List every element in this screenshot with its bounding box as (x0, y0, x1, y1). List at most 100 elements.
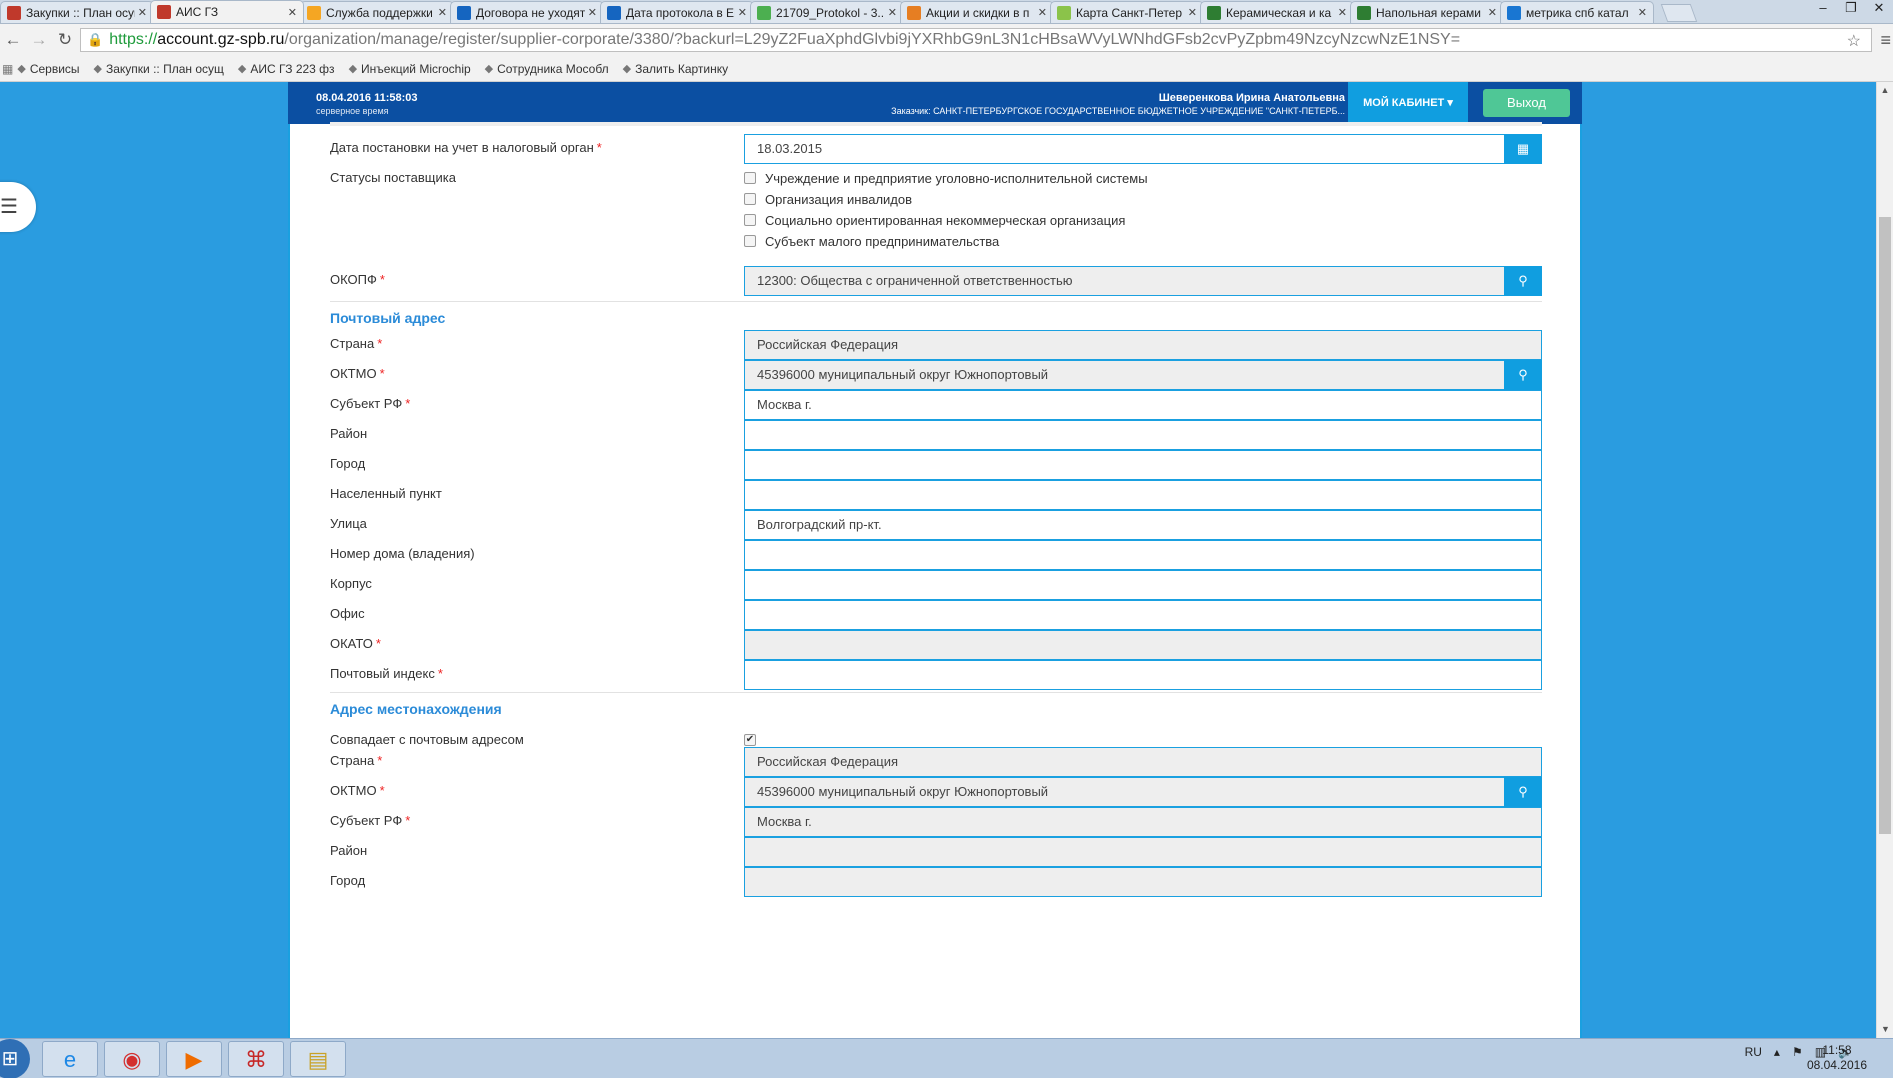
tab-close-icon[interactable]: ✕ (138, 6, 147, 19)
postal-house-input[interactable] (744, 540, 1542, 570)
question-icon (607, 5, 621, 20)
sidebar-toggle-icon[interactable]: ☰ (0, 182, 36, 232)
explorer-taskbar-icon[interactable]: ▤ (290, 1041, 346, 1077)
postal-district-input[interactable] (744, 420, 1542, 450)
postal-city-input[interactable] (744, 450, 1542, 480)
clock[interactable]: 11:58 08.04.2016 (1807, 1043, 1867, 1073)
browser-tab-label: АИС ГЗ (176, 5, 219, 19)
start-button-icon[interactable]: ⊞ (0, 1039, 30, 1078)
calendar-icon[interactable]: ▦ (1504, 134, 1542, 164)
url-input[interactable]: 🔒 https:// account.gz-spb.ru /organizati… (80, 28, 1872, 52)
browser-tab-label: Акции и скидки в п (926, 5, 1030, 20)
os-taskbar: ⊞ e ◉ ▶ ⌘ ▤ RU ▴ ⚑ ▥ 🔈 11:58 08.04.2016 (0, 1038, 1893, 1078)
postal-okato-input[interactable] (744, 630, 1542, 660)
location-subject-input[interactable]: Москва г. (744, 807, 1542, 837)
bookmark-item[interactable]: ◆ Закупки :: План осущ (94, 62, 224, 76)
bookmarks-bar: ▦ ◆ Сервисы ◆ Закупки :: План осущ ◆ АИС ГЗ 22… (0, 56, 1893, 82)
tab-close-icon[interactable]: ✕ (438, 6, 447, 19)
location-city-input[interactable] (744, 867, 1542, 897)
scroll-up-icon[interactable]: ▲ (1877, 82, 1893, 99)
browser-tab[interactable]: Акции и скидки в п ✕ (900, 1, 1054, 23)
action-center-icon[interactable]: ⚑ (1792, 1045, 1803, 1059)
location-oktmo-input[interactable]: 45396000 муниципальный округ Южнопортовы… (744, 777, 1505, 807)
reload-icon[interactable]: ↻ (52, 30, 78, 50)
logout-button[interactable]: Выход (1483, 89, 1570, 117)
ie-taskbar-icon[interactable]: e (42, 1041, 98, 1077)
tab-close-icon[interactable]: ✕ (888, 6, 897, 19)
close-window-button[interactable]: ✕ (1865, 0, 1893, 18)
postal-building-label: Корпус (330, 576, 372, 591)
tray-expand-icon[interactable]: ▴ (1774, 1045, 1780, 1059)
bookmark-item[interactable]: ◆ Инъекций Microchip (349, 62, 471, 76)
status-checkbox-2[interactable]: Организация инвалидов (744, 189, 912, 209)
bookmark-item[interactable]: ◆ Сотрудника Мособл (485, 62, 609, 76)
status-checkbox-3[interactable]: Социально ориентированная некоммерческая… (744, 210, 1125, 230)
browser-tab[interactable]: Закупки :: План осущ ✕ (0, 1, 154, 23)
tab-close-icon[interactable]: ✕ (1638, 6, 1647, 19)
postal-locality-input[interactable] (744, 480, 1542, 510)
tab-close-icon[interactable]: ✕ (1188, 6, 1197, 19)
browser-tab[interactable]: Договора не уходят ✕ (450, 1, 604, 23)
browser-tab[interactable]: Керамическая и ка ✕ (1200, 1, 1354, 23)
tab-close-icon[interactable]: ✕ (588, 6, 597, 19)
browser-tab[interactable]: Служба поддержки ✕ (300, 1, 454, 23)
postal-country-input[interactable]: Российская Федерация (744, 330, 1542, 360)
page-scrollbar[interactable]: ▲ ▼ (1876, 82, 1893, 1038)
my-cabinet-button[interactable]: МОЙ КАБИНЕТ ▾ (1348, 82, 1468, 124)
tab-close-icon[interactable]: ✕ (1338, 6, 1347, 19)
apps-grid-icon[interactable]: ▦ (2, 62, 13, 76)
browser-tab[interactable]: АИС ГЗ ✕ (150, 0, 304, 23)
acrobat-taskbar-icon[interactable]: ⌘ (228, 1041, 284, 1077)
browser-tab[interactable]: Карта Санкт-Петер ✕ (1050, 1, 1204, 23)
language-indicator[interactable]: RU (1745, 1045, 1762, 1059)
url-host: account.gz-spb.ru (157, 31, 285, 48)
status-checkbox-4[interactable]: Субъект малого предпринимательства (744, 231, 999, 251)
postal-country-label: Страна * (330, 336, 383, 351)
forward-arrow-icon[interactable]: → (26, 30, 52, 50)
top-field-remnant (330, 122, 1542, 126)
okopf-label: ОКОПФ * (330, 272, 385, 287)
okopf-search-icon[interactable]: ⚲ (1504, 266, 1542, 296)
bookmark-item[interactable]: ◆ АИС ГЗ 223 фз (238, 62, 335, 76)
bookmark-icon: ◆ (484, 63, 494, 75)
browser-tab[interactable]: Дата протокола в ЕИ ✕ (600, 1, 754, 23)
location-oktmo-search-icon[interactable]: ⚲ (1504, 777, 1542, 807)
postal-oktmo-input[interactable]: 45396000 муниципальный округ Южнопортовы… (744, 360, 1505, 390)
postal-okato-label: ОКАТО * (330, 636, 381, 651)
bookmark-item[interactable]: ◆ Сервисы (17, 62, 79, 76)
tab-close-icon[interactable]: ✕ (288, 6, 297, 19)
chrome-taskbar-icon[interactable]: ◉ (104, 1041, 160, 1077)
postal-office-input[interactable] (744, 600, 1542, 630)
media-player-taskbar-icon[interactable]: ▶ (166, 1041, 222, 1077)
bookmark-star-icon[interactable]: ☆ (1847, 31, 1861, 51)
my-cabinet-label: МОЙ КАБИНЕТ (1363, 97, 1445, 109)
location-country-label: Страна * (330, 753, 383, 768)
postal-subject-input[interactable]: Москва г. (744, 390, 1542, 420)
postal-street-input[interactable]: Волгоградский пр-кт. (744, 510, 1542, 540)
browser-tab[interactable]: метрика спб катал ✕ (1500, 1, 1654, 23)
tab-close-icon[interactable]: ✕ (1038, 6, 1047, 19)
postal-oktmo-search-icon[interactable]: ⚲ (1504, 360, 1542, 390)
tab-close-icon[interactable]: ✕ (1488, 6, 1497, 19)
status-checkbox-1[interactable]: Учреждение и предприятие уголовно-исполн… (744, 168, 1148, 188)
okopf-input[interactable]: 12300: Общества с ограниченной ответстве… (744, 266, 1505, 296)
scroll-thumb[interactable] (1879, 217, 1891, 834)
location-country-input[interactable]: Российская Федерация (744, 747, 1542, 777)
browser-menu-icon[interactable]: ≡ (1880, 30, 1891, 51)
bookmark-item[interactable]: ◆ Залить Картинку (623, 62, 728, 76)
back-arrow-icon[interactable]: ← (0, 30, 26, 50)
tax-date-input[interactable]: 18.03.2015 (744, 134, 1505, 164)
scroll-down-icon[interactable]: ▼ (1877, 1021, 1893, 1038)
location-district-input[interactable] (744, 837, 1542, 867)
postal-index-input[interactable] (744, 660, 1542, 690)
browser-tab[interactable]: Напольная керами ✕ (1350, 1, 1504, 23)
postal-building-input[interactable] (744, 570, 1542, 600)
search-icon (1507, 5, 1521, 20)
minimize-button[interactable]: – (1809, 0, 1837, 18)
browser-tab[interactable]: 21709_Protokol - 3... ✕ (750, 1, 904, 23)
map-icon (1057, 5, 1071, 20)
bookmark-icon: ◆ (237, 63, 247, 75)
tab-close-icon[interactable]: ✕ (738, 6, 747, 19)
maximize-button[interactable]: ❐ (1837, 0, 1865, 18)
new-tab-button[interactable] (1660, 4, 1698, 22)
